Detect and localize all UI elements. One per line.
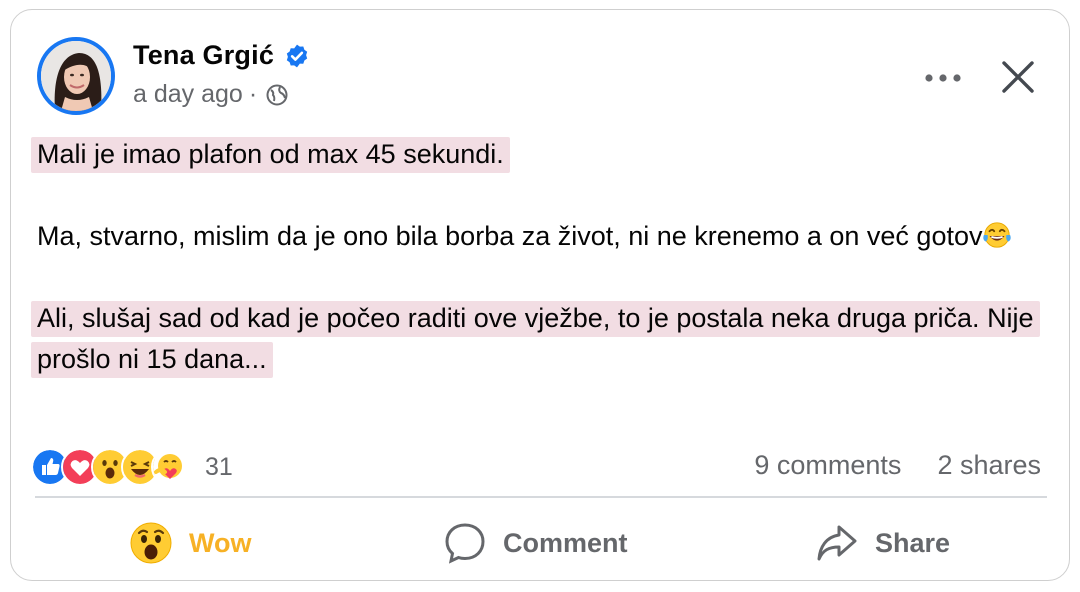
- comments-count-link[interactable]: 9 comments: [754, 450, 901, 481]
- share-arrow-icon: [817, 525, 857, 561]
- meta-separator: ·: [248, 80, 258, 108]
- wow-reaction-button[interactable]: Wow: [129, 520, 252, 566]
- verified-badge-icon: [286, 44, 308, 67]
- highlighted-text: Mali je imao plafon od max 45 sekundi.: [31, 137, 510, 173]
- author-name[interactable]: Tena Grgić: [133, 40, 274, 71]
- divider: [35, 496, 1047, 498]
- comment-bubble-icon: [445, 523, 485, 564]
- avatar-photo: [41, 41, 111, 111]
- more-horizontal-icon: [925, 74, 961, 82]
- share-button[interactable]: Share: [815, 520, 950, 566]
- post-timestamp[interactable]: a day ago: [133, 80, 243, 109]
- wow-emoji-icon: [130, 522, 172, 564]
- tears-of-joy-emoji: [983, 222, 1012, 248]
- post-paragraph: Ali, slušaj sad od kad je počeo raditi o…: [31, 298, 1041, 380]
- globe-icon[interactable]: [265, 83, 289, 107]
- post-meta: a day ago ·: [133, 80, 289, 109]
- comment-label: Comment: [503, 527, 628, 558]
- shares-count-link[interactable]: 2 shares: [937, 450, 1041, 481]
- share-label: Share: [875, 527, 951, 558]
- reactions-summary[interactable]: 31: [31, 448, 233, 486]
- highlighted-text: Ali, slušaj sad od kad je počeo raditi o…: [31, 301, 1040, 378]
- comment-button[interactable]: Comment: [443, 520, 628, 566]
- post-text: Mali je imao plafon od max 45 sekundi. M…: [31, 134, 1041, 380]
- close-icon: [1002, 61, 1034, 93]
- paragraph-text: Ma, stvarno, mislim da je ono bila borba…: [37, 221, 983, 251]
- avatar[interactable]: [37, 37, 115, 115]
- post-card: Tena Grgić a day ago · Mali je imao plaf…: [10, 9, 1070, 581]
- post-paragraph: Ma, stvarno, mislim da je ono bila borba…: [31, 216, 1041, 257]
- more-options-button[interactable]: [915, 58, 971, 98]
- author-row: Tena Grgić: [133, 40, 310, 71]
- engagement-stats: 9 comments 2 shares: [754, 450, 1041, 481]
- post-paragraph: Mali je imao plafon od max 45 sekundi.: [31, 134, 1041, 175]
- wow-label: Wow: [189, 527, 252, 558]
- close-button[interactable]: [995, 54, 1041, 100]
- reaction-count: 31: [205, 452, 233, 481]
- care-reaction-icon: [151, 448, 189, 486]
